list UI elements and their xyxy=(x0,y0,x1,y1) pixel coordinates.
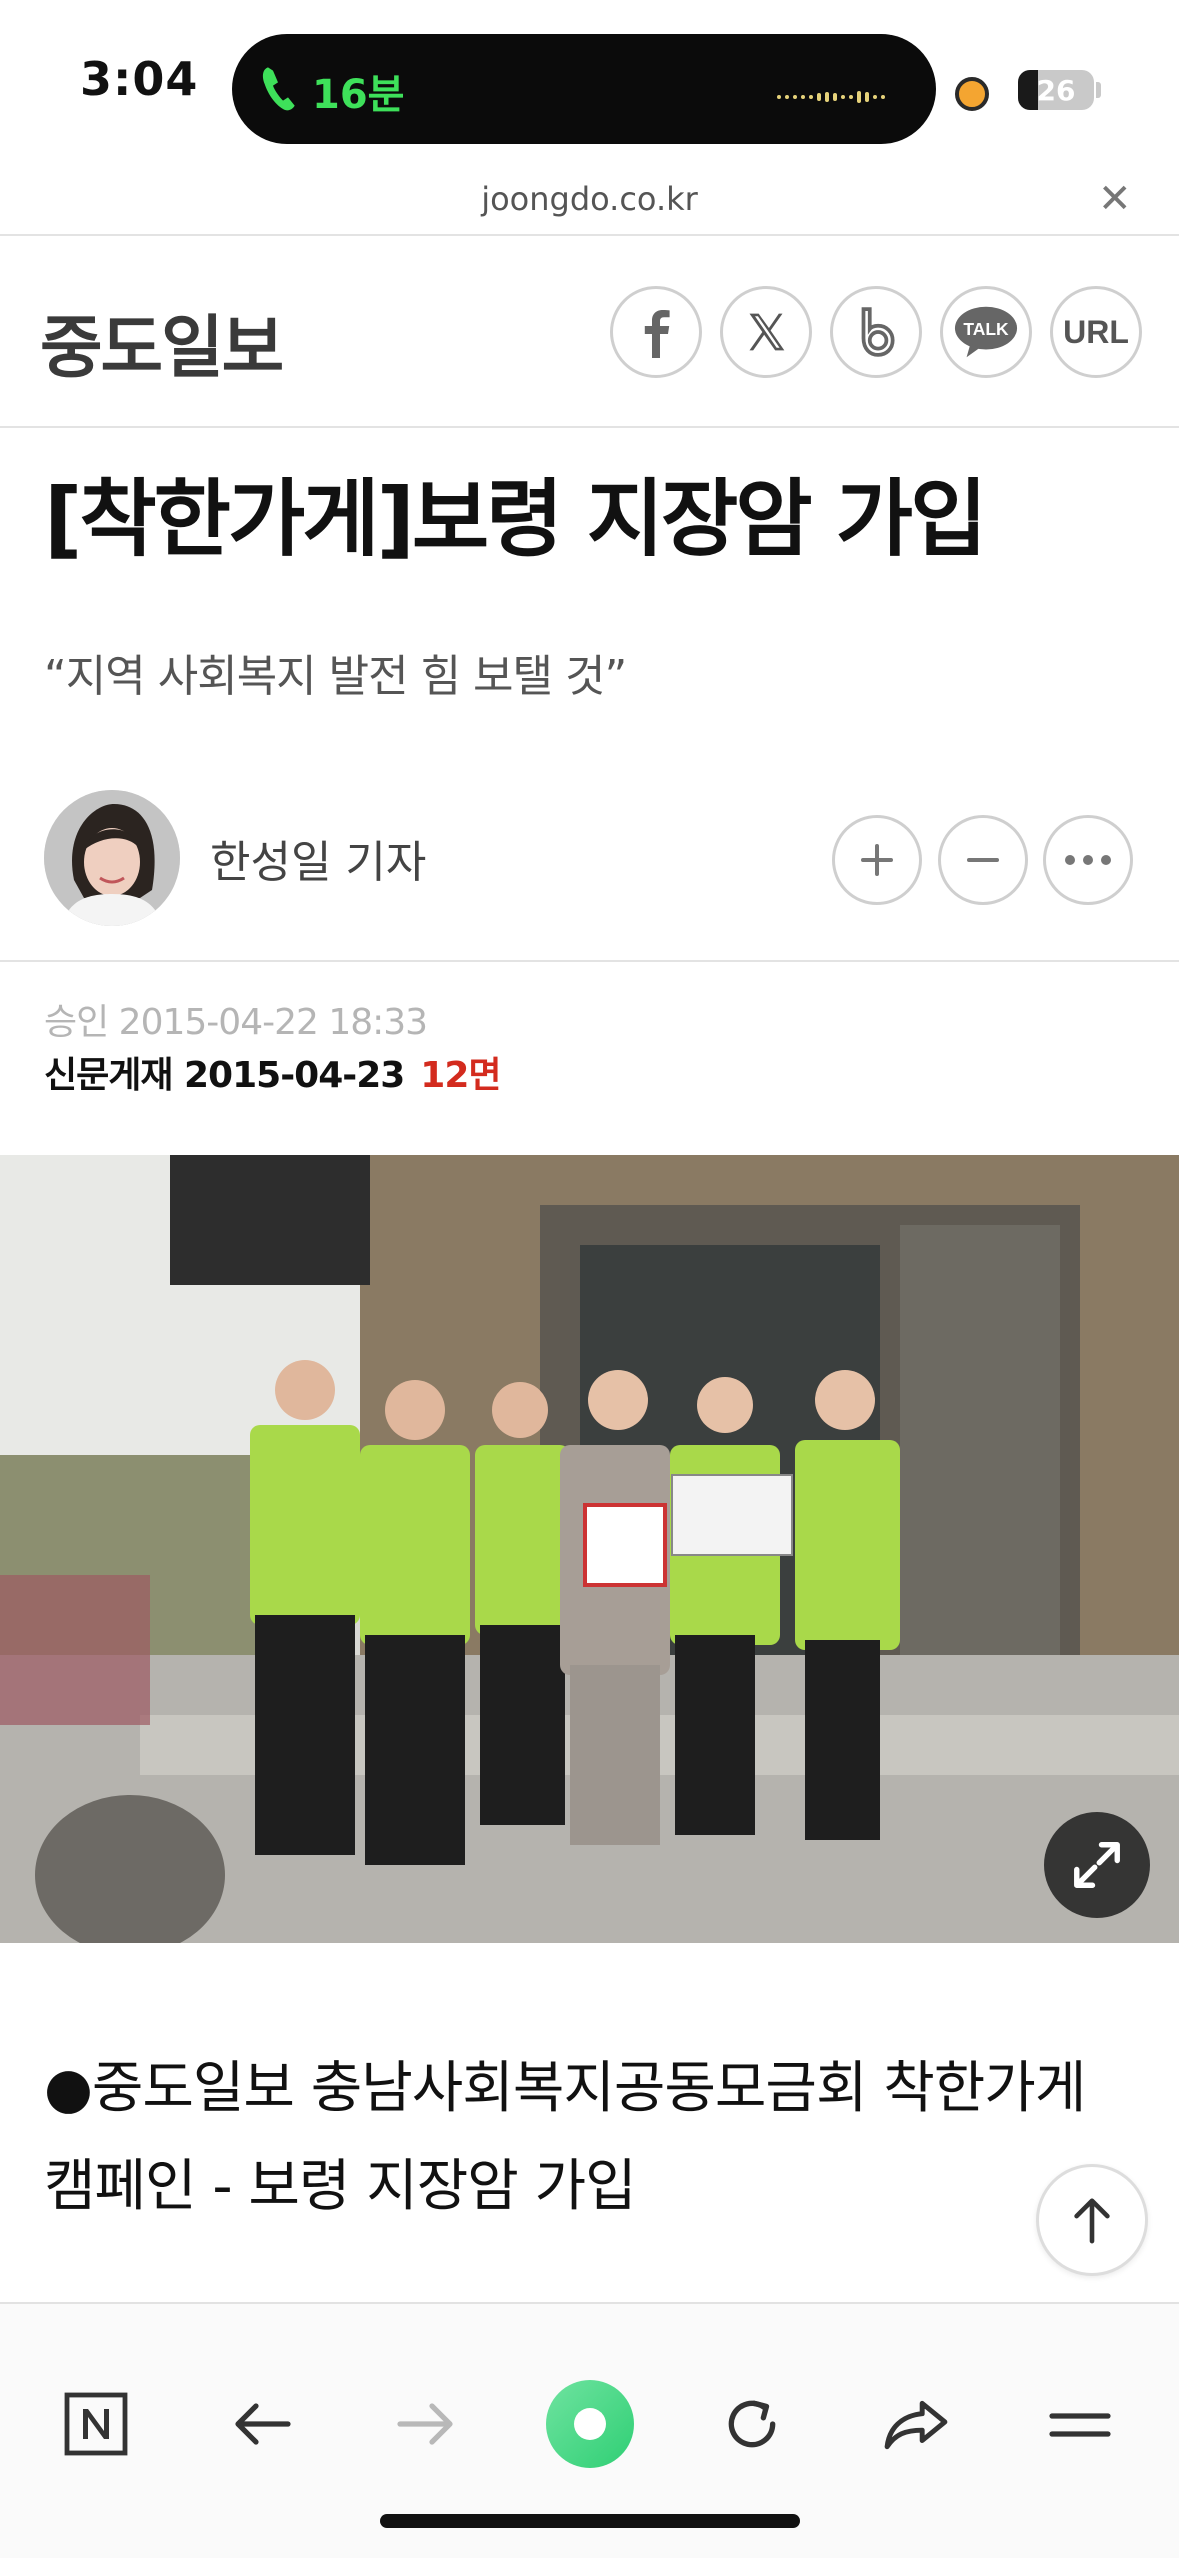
article-headline: [착한가게]보령 지장암 가입 xyxy=(44,470,987,568)
green-dot-icon xyxy=(546,2380,634,2468)
divider xyxy=(0,960,1179,962)
mic-indicator-icon xyxy=(955,77,989,111)
reload-button[interactable] xyxy=(702,2374,802,2474)
forward-button[interactable] xyxy=(376,2374,476,2474)
x-icon xyxy=(749,313,785,351)
author-photo xyxy=(44,790,180,926)
menu-icon xyxy=(1049,2413,1111,2437)
expand-photo-button[interactable] xyxy=(1044,1812,1150,1918)
kakaotalk-icon: TALK xyxy=(954,306,1018,358)
naver-home-icon xyxy=(64,2392,128,2456)
url-copy-button[interactable]: URL xyxy=(1050,286,1142,378)
dynamic-island[interactable]: 16분 xyxy=(232,34,936,144)
back-icon xyxy=(235,2403,291,2445)
status-time: 3:04 xyxy=(80,52,199,106)
plus-icon xyxy=(861,844,893,876)
forward-icon xyxy=(397,2403,453,2445)
address-bar[interactable]: joongdo.co.kr xyxy=(0,180,1179,218)
divider xyxy=(0,234,1179,236)
more-options-button[interactable] xyxy=(1043,815,1133,905)
print-date: 신문게재 2015-04-23 xyxy=(44,1055,405,1096)
site-logo[interactable]: 중도일보 xyxy=(40,292,284,391)
author-name[interactable]: 한성일 기자 xyxy=(210,826,426,890)
url-icon: URL xyxy=(1063,313,1129,350)
photo-illustration xyxy=(0,1155,1179,1943)
band-share-button[interactable] xyxy=(830,286,922,378)
author-avatar[interactable] xyxy=(44,790,180,926)
font-increase-button[interactable] xyxy=(832,815,922,905)
article-subtitle: “지역 사회복지 발전 힘 보탤 것” xyxy=(44,651,627,702)
x-share-button[interactable] xyxy=(720,286,812,378)
print-info: 신문게재 2015-04-23 12면 xyxy=(44,1046,502,1098)
naver-home-button[interactable] xyxy=(46,2374,146,2474)
scroll-to-top-button[interactable] xyxy=(1036,2164,1148,2276)
facebook-share-button[interactable] xyxy=(610,286,702,378)
article-photo[interactable] xyxy=(0,1155,1179,1943)
battery-icon: 26 xyxy=(1018,70,1094,110)
print-page: 12면 xyxy=(420,1055,501,1096)
reload-icon xyxy=(728,2400,776,2448)
facebook-icon xyxy=(644,310,670,358)
talk-label: TALK xyxy=(963,319,1009,339)
home-indicator[interactable] xyxy=(380,2514,800,2528)
close-icon[interactable]: ✕ xyxy=(1098,176,1132,222)
more-icon xyxy=(1065,855,1111,865)
battery-tip xyxy=(1096,82,1101,98)
expand-icon xyxy=(1074,1842,1120,1888)
share-button[interactable] xyxy=(866,2374,966,2474)
article-lead: ●중도일보 충남사회복지공동모금회 착한가게 캠페인 - 보령 지장암 가입 xyxy=(44,2056,1086,2219)
back-button[interactable] xyxy=(212,2374,312,2474)
green-dot-button[interactable] xyxy=(540,2374,640,2474)
call-duration: 16분 xyxy=(312,72,405,118)
battery-level: 26 xyxy=(1036,74,1076,107)
font-decrease-button[interactable] xyxy=(938,815,1028,905)
band-icon xyxy=(861,307,895,357)
phone-icon xyxy=(262,67,295,111)
share-icon xyxy=(884,2400,948,2450)
audio-wave-icon xyxy=(777,86,897,103)
divider xyxy=(0,426,1179,428)
kakaotalk-share-button[interactable]: TALK xyxy=(940,286,1032,378)
menu-button[interactable] xyxy=(1030,2374,1130,2474)
arrow-up-icon xyxy=(1074,2198,1110,2244)
minus-icon xyxy=(967,858,999,862)
approved-date: 승인 2015-04-22 18:33 xyxy=(44,1002,428,1043)
